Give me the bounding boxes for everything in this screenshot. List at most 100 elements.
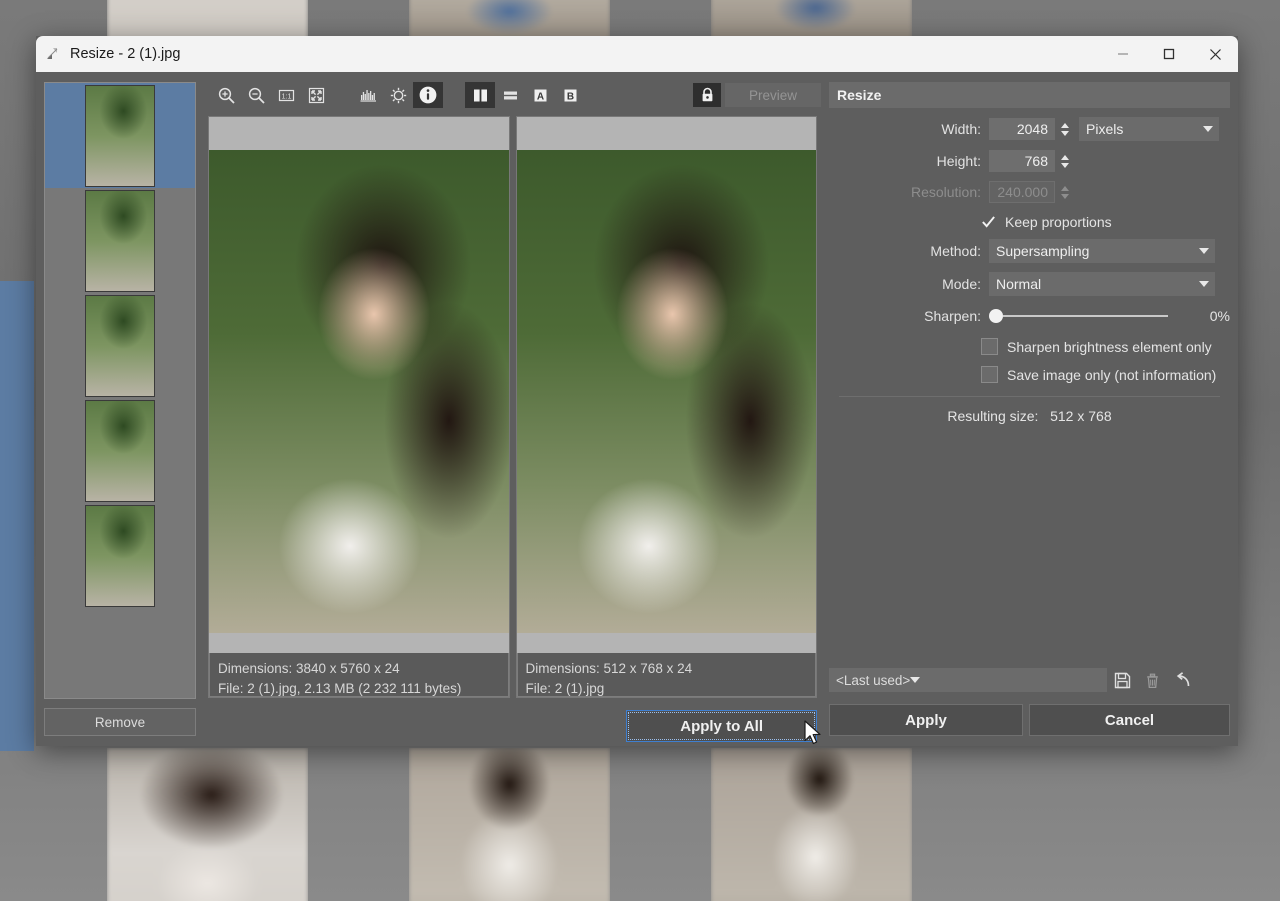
gallery-row-top bbox=[0, 0, 1280, 40]
result-file: File: 2 (1).jpg bbox=[526, 679, 808, 699]
source-preview-pane[interactable]: Dimensions: 3840 x 5760 x 24 File: 2 (1)… bbox=[208, 116, 510, 698]
save-preset-icon[interactable] bbox=[1107, 666, 1137, 694]
thumbnail-image bbox=[85, 190, 155, 292]
svg-text:A: A bbox=[536, 91, 543, 102]
histogram-icon[interactable] bbox=[353, 82, 383, 108]
thumbnail-image bbox=[85, 505, 155, 607]
zoom-out-icon[interactable] bbox=[241, 82, 271, 108]
mode-select[interactable]: Normal bbox=[989, 272, 1215, 296]
thumbnail-sidebar: Remove bbox=[36, 72, 204, 746]
apply-button[interactable]: Apply bbox=[829, 704, 1023, 736]
dialog-title: Resize - 2 (1).jpg bbox=[70, 46, 1100, 62]
source-file: File: 2 (1).jpg, 2.13 MB (2 232 111 byte… bbox=[218, 679, 500, 699]
width-unit-value: Pixels bbox=[1086, 121, 1203, 137]
method-value: Supersampling bbox=[996, 243, 1199, 259]
keep-proportions-label: Keep proportions bbox=[1005, 214, 1112, 230]
reset-preset-icon[interactable] bbox=[1167, 666, 1197, 694]
preset-value: <Last used> bbox=[836, 673, 910, 688]
settings-panel: Resize Width: 2048 Pixels Height: 768 bbox=[825, 72, 1238, 746]
gallery-cell bbox=[409, 0, 610, 40]
method-row: Method: Supersampling bbox=[829, 239, 1230, 263]
fit-to-window-icon[interactable] bbox=[301, 82, 331, 108]
thumbnail-image bbox=[85, 295, 155, 397]
sharpen-slider[interactable] bbox=[989, 305, 1168, 327]
sharpen-brightness-row[interactable]: Sharpen brightness element only bbox=[829, 338, 1230, 355]
result-preview-pane[interactable]: Dimensions: 512 x 768 x 24 File: 2 (1).j… bbox=[516, 116, 818, 698]
gallery-selection-highlight bbox=[0, 281, 34, 751]
info-icon[interactable] bbox=[413, 82, 443, 108]
close-button[interactable] bbox=[1192, 36, 1238, 72]
thumbnail-image bbox=[85, 400, 155, 502]
save-image-only-row[interactable]: Save image only (not information) bbox=[829, 366, 1230, 383]
result-dimensions: Dimensions: 512 x 768 x 24 bbox=[526, 659, 808, 679]
thumbnail-item-4[interactable] bbox=[45, 398, 195, 503]
chevron-down-icon bbox=[910, 677, 920, 683]
minimize-button[interactable] bbox=[1100, 36, 1146, 72]
width-label: Width: bbox=[829, 121, 989, 137]
preview-button[interactable]: Preview bbox=[725, 83, 821, 107]
sharpen-label: Sharpen: bbox=[829, 308, 989, 324]
zoom-in-icon[interactable] bbox=[211, 82, 241, 108]
pane-padding-top bbox=[517, 117, 817, 150]
sharpen-slider-track bbox=[1003, 315, 1168, 317]
width-row: Width: 2048 Pixels bbox=[829, 117, 1230, 141]
keep-proportions-row[interactable]: Keep proportions bbox=[829, 214, 1230, 230]
section-title-resize: Resize bbox=[829, 82, 1230, 108]
method-select[interactable]: Supersampling bbox=[989, 239, 1215, 263]
source-image bbox=[209, 150, 509, 633]
action-buttons-left: Apply to All bbox=[204, 698, 825, 742]
resolution-input: 240.000 bbox=[989, 181, 1055, 203]
preset-select[interactable]: <Last used> bbox=[829, 668, 1107, 692]
remove-button[interactable]: Remove bbox=[44, 708, 196, 736]
thumbnail-item-1[interactable] bbox=[45, 83, 195, 188]
thumbnail-item-3[interactable] bbox=[45, 293, 195, 398]
svg-text:1:1: 1:1 bbox=[281, 93, 291, 100]
resolution-row: Resolution: 240.000 bbox=[829, 181, 1230, 203]
view-b-icon[interactable]: B bbox=[555, 82, 585, 108]
sharpen-slider-knob[interactable] bbox=[989, 309, 1003, 323]
resulting-size-value: 512 x 768 bbox=[1050, 408, 1112, 424]
gallery-cell bbox=[409, 748, 610, 901]
split-vertical-icon[interactable] bbox=[465, 82, 495, 108]
thumbnail-item-5[interactable] bbox=[45, 503, 195, 608]
result-image bbox=[517, 150, 817, 633]
sharpen-brightness-checkbox[interactable] bbox=[981, 338, 998, 355]
height-input[interactable]: 768 bbox=[989, 150, 1055, 172]
keep-proportions-checkbox[interactable] bbox=[981, 215, 996, 230]
pane-padding-bottom bbox=[517, 633, 817, 653]
dialog-title-bar: Resize - 2 (1).jpg bbox=[36, 36, 1238, 72]
source-info: Dimensions: 3840 x 5760 x 24 File: 2 (1)… bbox=[209, 653, 509, 697]
gallery-cell bbox=[107, 0, 308, 40]
gallery-cell bbox=[711, 748, 912, 901]
gallery-cell bbox=[711, 0, 912, 40]
mode-label: Mode: bbox=[829, 276, 989, 292]
resize-dialog: Resize - 2 (1).jpg Remove bbox=[36, 36, 1238, 746]
view-a-icon[interactable]: A bbox=[525, 82, 555, 108]
pane-padding-bottom bbox=[209, 633, 509, 653]
width-stepper[interactable] bbox=[1058, 118, 1071, 140]
result-info: Dimensions: 512 x 768 x 24 File: 2 (1).j… bbox=[517, 653, 817, 697]
svg-text:B: B bbox=[566, 91, 573, 102]
sharpen-row: Sharpen: 0% bbox=[829, 305, 1230, 327]
maximize-button[interactable] bbox=[1146, 36, 1192, 72]
width-unit-select[interactable]: Pixels bbox=[1079, 117, 1219, 141]
settings-divider bbox=[839, 396, 1220, 397]
split-horizontal-icon[interactable] bbox=[495, 82, 525, 108]
thumbnail-item-2[interactable] bbox=[45, 188, 195, 293]
resulting-size-label: Resulting size: bbox=[947, 408, 1038, 424]
cancel-button[interactable]: Cancel bbox=[1029, 704, 1230, 736]
delete-preset-icon[interactable] bbox=[1137, 666, 1167, 694]
thumbnail-list[interactable] bbox=[44, 82, 196, 699]
pane-padding-top bbox=[209, 117, 509, 150]
gallery-cell bbox=[107, 748, 308, 901]
sharpen-value: 0% bbox=[1168, 308, 1230, 324]
width-input[interactable]: 2048 bbox=[989, 118, 1055, 140]
source-dimensions: Dimensions: 3840 x 5760 x 24 bbox=[218, 659, 500, 679]
height-label: Height: bbox=[829, 153, 989, 169]
settings-gear-icon[interactable] bbox=[383, 82, 413, 108]
zoom-actual-size-icon[interactable]: 1:1 bbox=[271, 82, 301, 108]
lock-icon[interactable] bbox=[693, 83, 721, 107]
save-image-only-checkbox[interactable] bbox=[981, 366, 998, 383]
apply-to-all-button[interactable]: Apply to All bbox=[626, 710, 817, 742]
height-stepper[interactable] bbox=[1058, 150, 1071, 172]
